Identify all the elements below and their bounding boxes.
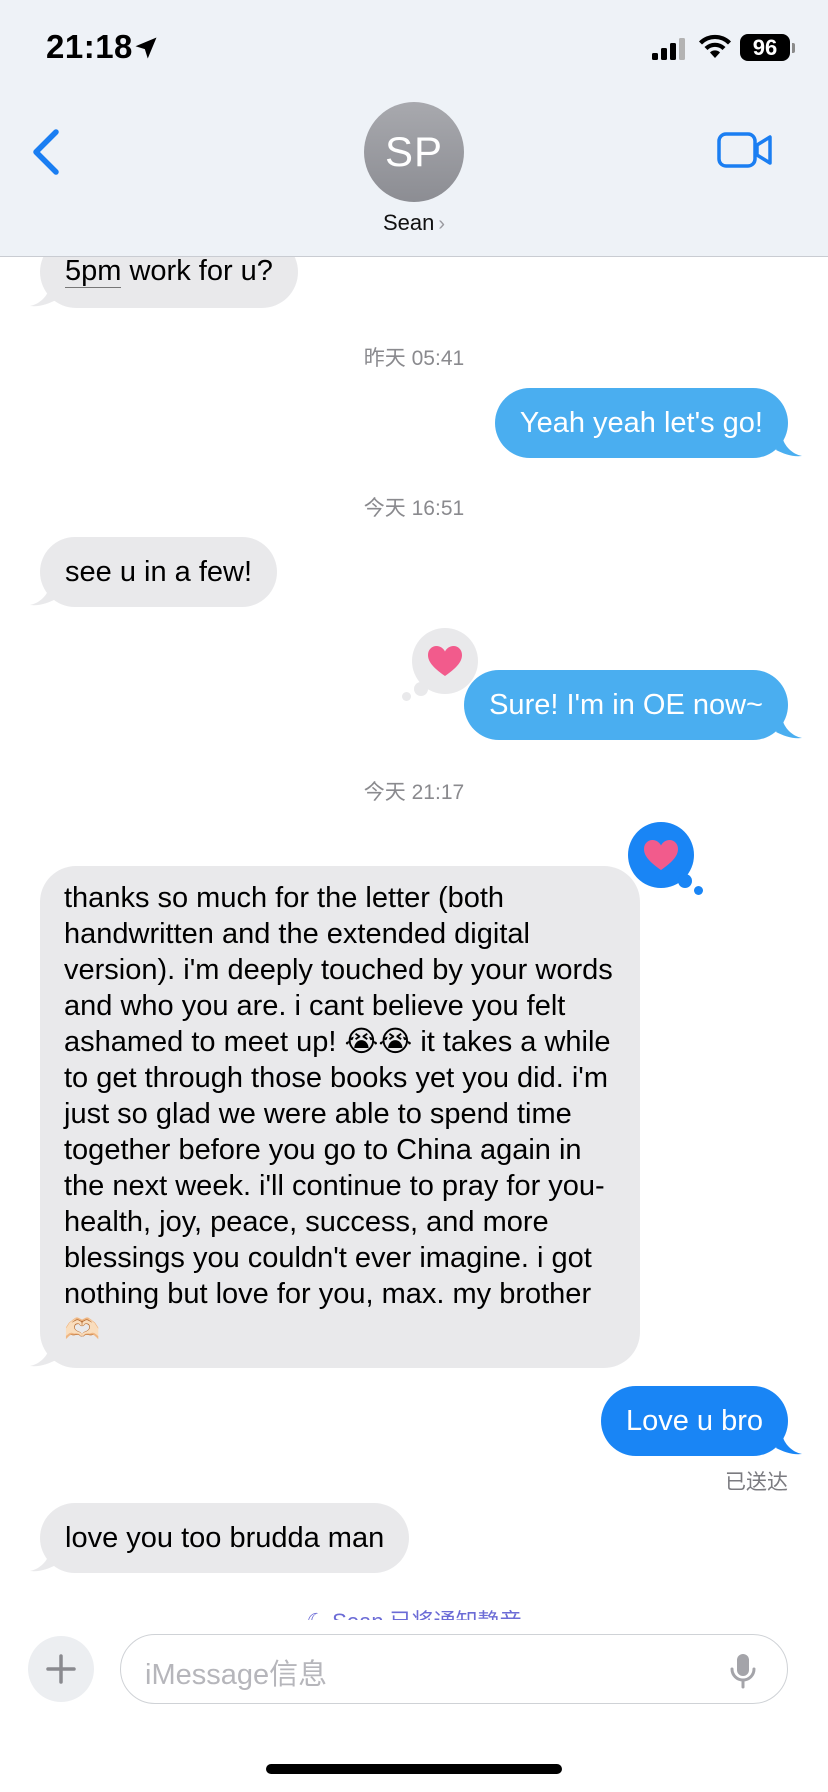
status-time: 21:18	[46, 28, 133, 65]
reaction-dot	[402, 692, 411, 701]
chevron-right-icon: ›	[438, 213, 446, 235]
facetime-video-button[interactable]	[716, 128, 774, 172]
message-input-placeholder: iMessage信息	[145, 1659, 328, 1691]
message-bubble-incoming[interactable]: love you too brudda man	[40, 1503, 410, 1573]
wifi-icon	[698, 34, 732, 65]
battery-indicator: 96	[740, 34, 790, 61]
timestamp: 昨天 05:41	[363, 347, 465, 370]
contact-name: Sean	[382, 210, 435, 235]
timestamp: 今天 21:17	[363, 781, 465, 804]
message-bubble-incoming[interactable]: see u in a few!	[40, 537, 277, 607]
timestamp: 今天 16:51	[363, 497, 465, 520]
message-bubble-outgoing[interactable]: Love u bro	[600, 1386, 788, 1456]
message-bubble-outgoing[interactable]: Yeah yeah let's go!	[494, 388, 788, 458]
bubble-tail	[30, 1551, 56, 1572]
reaction-dot	[414, 682, 428, 696]
video-camera-icon	[717, 132, 772, 168]
time-link[interactable]: 5pm	[65, 255, 122, 288]
avatar[interactable]: SP	[364, 102, 464, 202]
home-indicator[interactable]	[266, 1764, 562, 1774]
reaction-dot	[678, 874, 692, 888]
bubble-tail	[30, 1346, 56, 1367]
message-bubble-outgoing[interactable]: Sure! I'm in OE now~	[464, 670, 788, 740]
apps-plus-button[interactable]	[28, 1636, 94, 1702]
status-bar: 21:18 96	[0, 0, 828, 92]
message-bubble-incoming[interactable]: thanks so much for the letter (both hand…	[40, 866, 640, 1368]
bubble-tail	[30, 585, 56, 606]
message-text: work for u?	[121, 255, 273, 287]
microphone-icon[interactable]	[728, 1652, 758, 1695]
location-arrow-icon	[132, 34, 160, 67]
contact-name-button[interactable]: Sean ›	[0, 210, 828, 236]
chevron-left-icon	[33, 129, 59, 175]
battery-tip	[792, 43, 795, 53]
bubble-tail	[776, 1434, 802, 1455]
message-input[interactable]: iMessage信息	[120, 1634, 788, 1704]
bubble-tail	[776, 718, 802, 739]
reaction-dot	[694, 886, 703, 895]
back-button[interactable]	[24, 122, 74, 182]
bubble-tail	[776, 436, 802, 457]
delivery-status: 已送达	[725, 1471, 788, 1494]
plus-icon	[46, 1654, 76, 1684]
cellular-signal-icon	[652, 38, 688, 65]
conversation-header: SP Sean ›	[0, 92, 828, 257]
bubble-tail	[30, 286, 56, 307]
messages-screen: 21:18 96 SP Sean › 5pm work for u? 昨天 05…	[0, 0, 828, 1792]
